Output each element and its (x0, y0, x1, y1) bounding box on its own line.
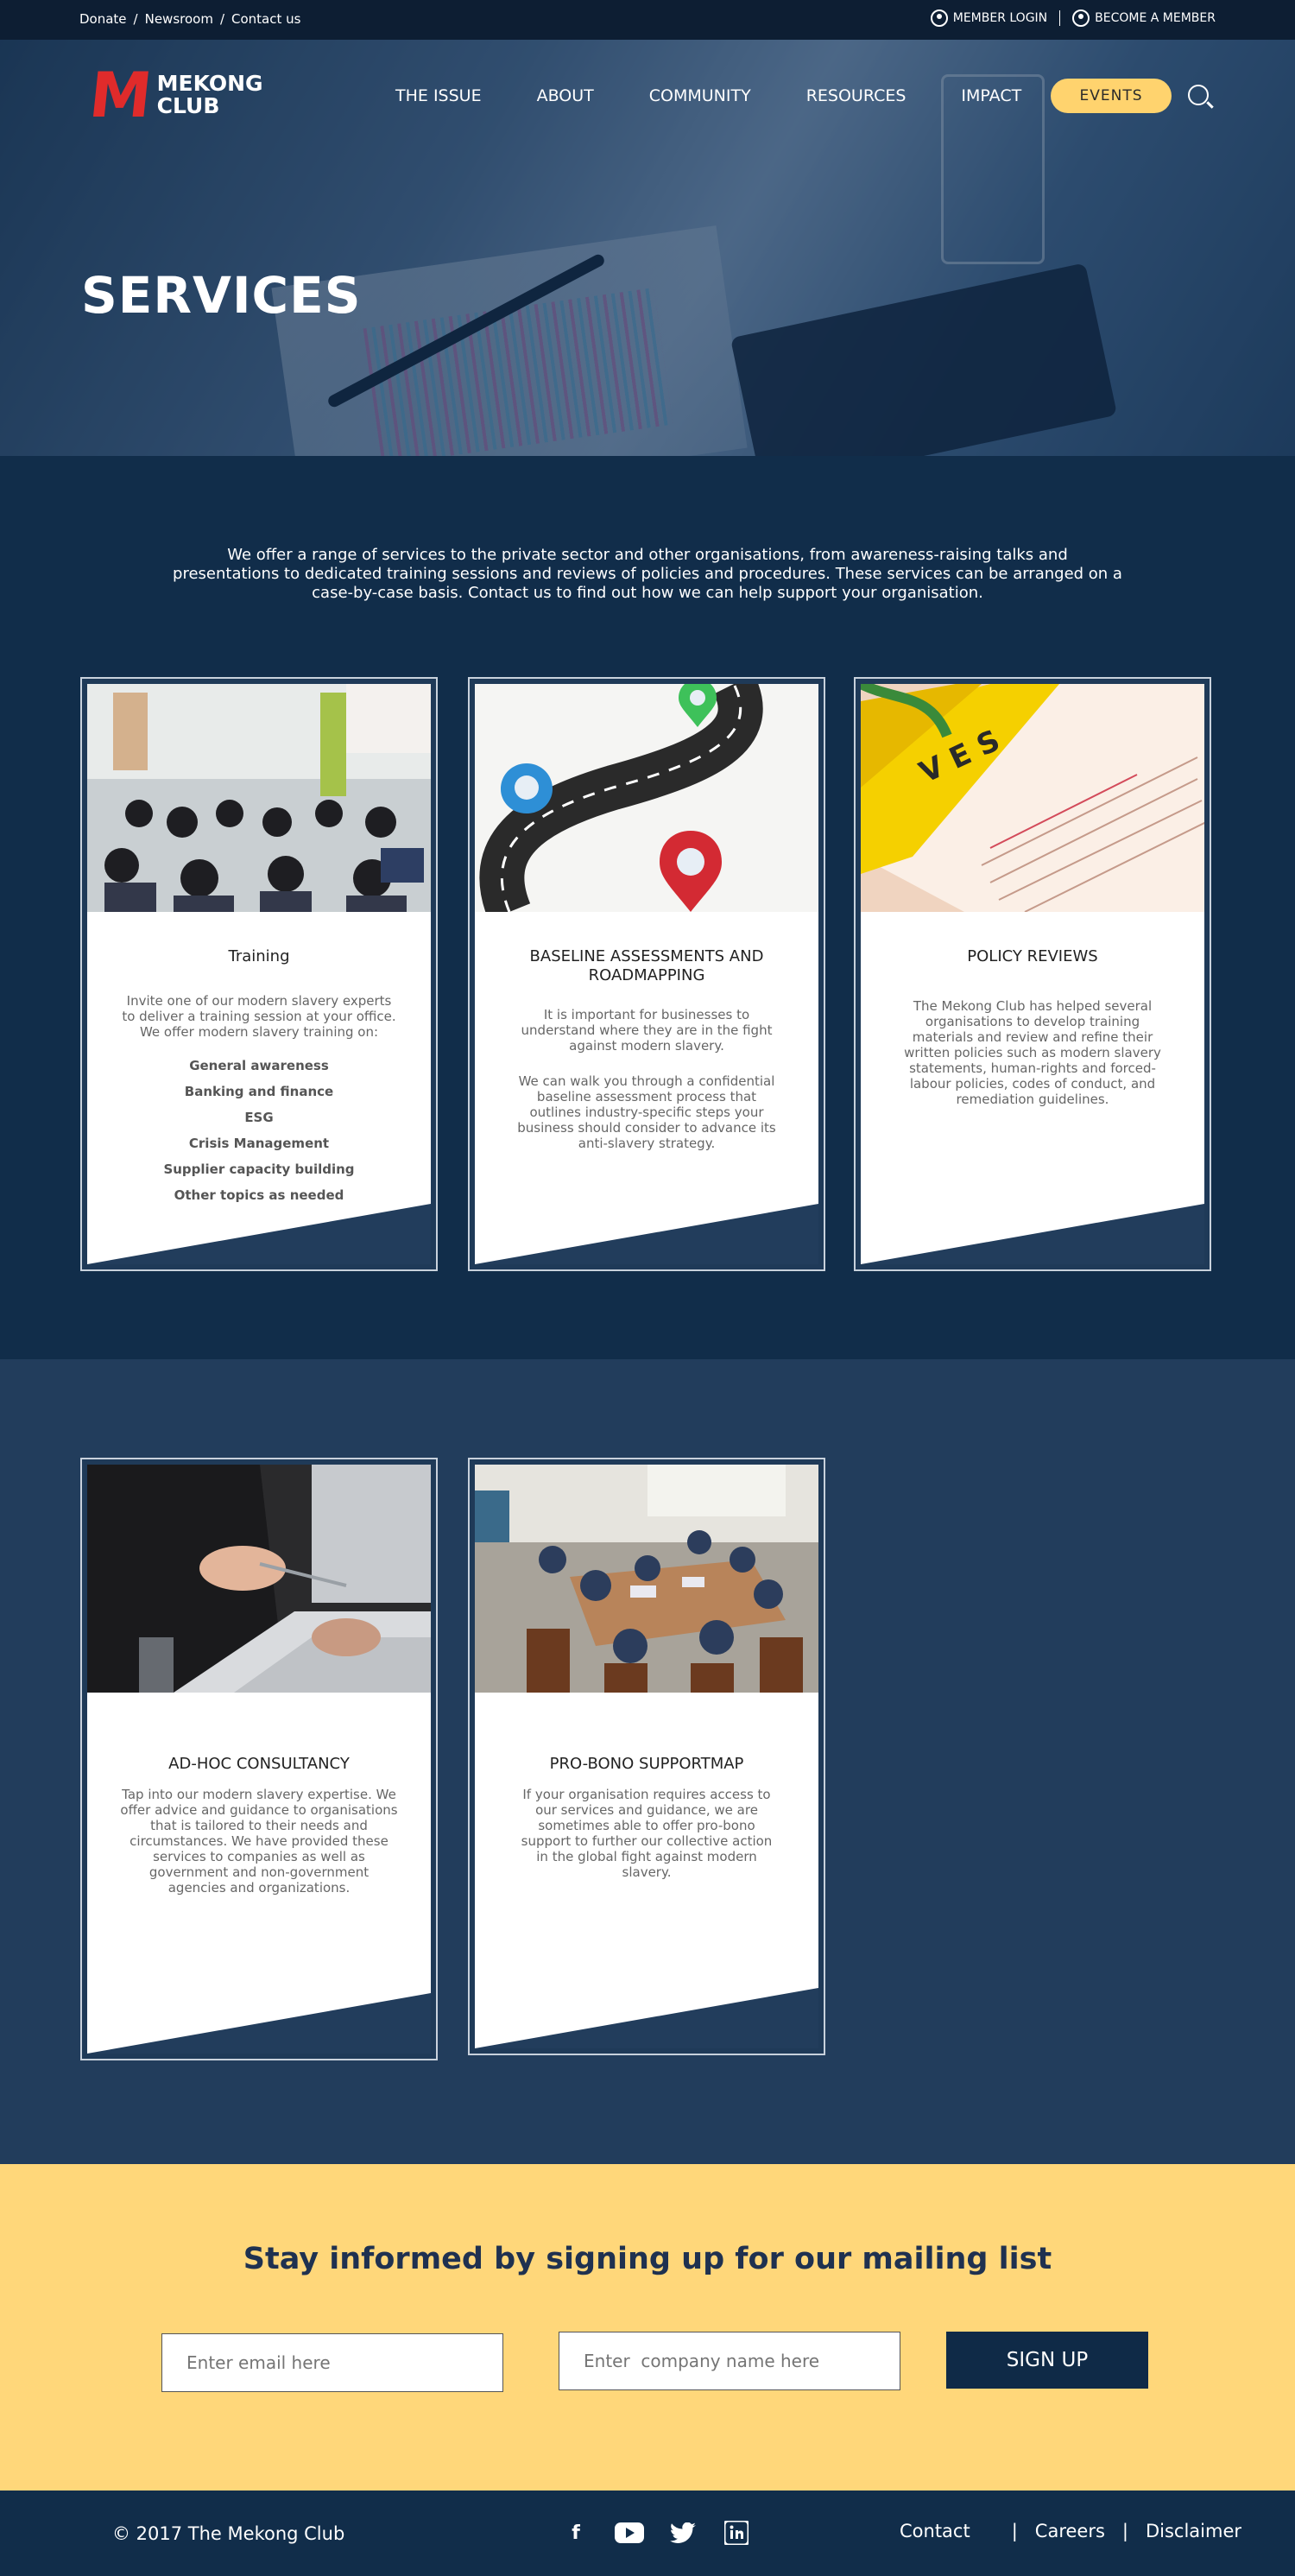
service-card-training: Training Invite one of our modern slaver… (80, 677, 438, 1271)
list-item: General awareness (189, 1058, 329, 1073)
service-card-policy: V E S POLICY REVIEWS The Mekong Club has… (854, 677, 1211, 1271)
separator: / (219, 11, 225, 27)
card-inner: Training Invite one of our modern slaver… (87, 684, 431, 1264)
logo-line1: MEKONG (156, 71, 263, 96)
service-card-probono: PRO-BONO SUPPORTMAP If your organisation… (468, 1458, 825, 2055)
card-inner: AD-HOC CONSULTANCY Tap into our modern s… (87, 1465, 431, 2054)
nav-item-impact[interactable]: IMPACT (961, 86, 1021, 105)
card-inner: PRO-BONO SUPPORTMAP If your organisation… (475, 1465, 818, 2048)
social-links: f (561, 2518, 751, 2548)
list-item: Supplier capacity building (163, 1161, 355, 1177)
main-nav: THE ISSUE ABOUT COMMUNITY RESOURCES IMPA… (395, 86, 1021, 105)
card-body-baseline-2: We can walk you through a confidential b… (517, 1073, 776, 1151)
mailing-heading: Stay informed by signing up for our mail… (243, 2242, 1052, 2276)
footer-contact-link[interactable]: Contact (900, 2521, 970, 2541)
meeting-photo (475, 1465, 818, 1693)
list-item: Crisis Management (188, 1136, 330, 1151)
card-body-policy: The Mekong Club has helped several organ… (904, 998, 1161, 1107)
card-inner: V E S POLICY REVIEWS The Mekong Club has… (861, 684, 1204, 1264)
card-title-baseline: BASELINE ASSESSMENTS AND ROADMAPPING (529, 947, 764, 984)
nav-item-the-issue[interactable]: THE ISSUE (395, 86, 482, 105)
card-image-training (87, 684, 431, 912)
contact-us-link[interactable]: Contact us (231, 11, 300, 27)
donate-link[interactable]: Donate (79, 11, 127, 27)
list-item: ESG (244, 1110, 274, 1125)
separator: / (133, 11, 138, 27)
twitter-icon[interactable] (668, 2518, 698, 2548)
card-body-baseline: It is important for businesses to unders… (521, 1007, 773, 1054)
logo-line2: CLUB (156, 93, 220, 118)
card-title-policy: POLICY REVIEWS (967, 947, 1098, 965)
linkedin-icon[interactable] (722, 2518, 751, 2548)
mailing-list-section: Stay informed by signing up for our mail… (0, 2164, 1295, 2491)
card-slant (87, 1993, 431, 2054)
card-title-adhoc: AD-HOC CONSULTANCY (168, 1755, 350, 1773)
card-title-training: Training (228, 947, 290, 965)
divider (1059, 10, 1061, 26)
card-image-adhoc (87, 1465, 431, 1693)
footer-careers-link[interactable]: Careers (1035, 2521, 1105, 2541)
events-button[interactable]: EVENTS (1051, 79, 1172, 113)
nav-item-about[interactable]: ABOUT (537, 86, 594, 105)
member-links: MEMBER LOGIN BECOME A MEMBER (930, 9, 1216, 27)
user-plus-icon (1072, 9, 1090, 27)
member-login-label: MEMBER LOGIN (952, 11, 1048, 25)
service-card-baseline: BASELINE ASSESSMENTS AND ROADMAPPING It … (468, 677, 825, 1271)
nav-item-community[interactable]: COMMUNITY (649, 86, 751, 105)
list-item: Other topics as needed (174, 1187, 344, 1203)
nav-item-resources[interactable]: RESOURCES (806, 86, 906, 105)
card-body-training: Invite one of our modern slavery experts… (122, 993, 396, 1040)
intro-text: We offer a range of services to the priv… (173, 546, 1122, 602)
mekong-club-logo[interactable]: M MEKONG CLUB (86, 59, 263, 131)
card-slant (475, 1988, 818, 2048)
roadmap-illustration (475, 684, 818, 912)
copyright-text: © 2017 The Mekong Club (112, 2523, 345, 2544)
become-member-link[interactable]: BECOME A MEMBER (1072, 9, 1216, 27)
utility-links: Donate / Newsroom / Contact us (79, 11, 300, 27)
top-utility-bar: Donate / Newsroom / Contact us MEMBER LO… (0, 0, 1295, 40)
card-slant (475, 1204, 818, 1264)
logo-text: MEKONG CLUB (157, 73, 263, 117)
card-slant (861, 1204, 1204, 1264)
facebook-icon[interactable]: f (561, 2518, 591, 2548)
card-image-probono (475, 1465, 818, 1693)
sign-up-button[interactable]: SIGN UP (946, 2332, 1148, 2389)
card-title-probono: PRO-BONO SUPPORTMAP (549, 1755, 744, 1773)
member-login-link[interactable]: MEMBER LOGIN (930, 9, 1048, 27)
become-member-label: BECOME A MEMBER (1095, 11, 1216, 25)
list-item: Banking and finance (184, 1084, 334, 1099)
consultancy-photo (87, 1465, 431, 1693)
training-photo (87, 684, 431, 912)
card-image-roadmap (475, 684, 818, 912)
user-icon (930, 9, 948, 27)
footer-disclaimer-link[interactable]: Disclaimer (1146, 2521, 1241, 2541)
card-body-probono: If your organisation requires access to … (521, 1787, 773, 1880)
newsroom-link[interactable]: Newsroom (145, 11, 213, 27)
card-body-adhoc: Tap into our modern slavery expertise. W… (120, 1787, 398, 1896)
search-icon[interactable] (1188, 85, 1209, 105)
email-input[interactable] (161, 2333, 503, 2392)
logo-mark: M (85, 59, 156, 131)
page-title: SERVICES (81, 266, 362, 325)
card-slant (87, 1204, 431, 1264)
training-topics-list: General awareness Banking and finance ES… (104, 1053, 414, 1208)
footer-links: Contact | Careers | Disclaimer (900, 2521, 1241, 2541)
youtube-icon[interactable] (615, 2518, 644, 2548)
footer: © 2017 The Mekong Club f Contact | Caree… (0, 2491, 1295, 2576)
card-inner: BASELINE ASSESSMENTS AND ROADMAPPING It … (475, 684, 818, 1264)
service-card-adhoc: AD-HOC CONSULTANCY Tap into our modern s… (80, 1458, 438, 2060)
separator: | (1011, 2521, 1018, 2541)
separator: | (1121, 2521, 1128, 2541)
card-image-policy: V E S (861, 684, 1204, 912)
company-name-input[interactable] (559, 2332, 900, 2390)
policy-documents-photo: V E S (861, 684, 1204, 912)
